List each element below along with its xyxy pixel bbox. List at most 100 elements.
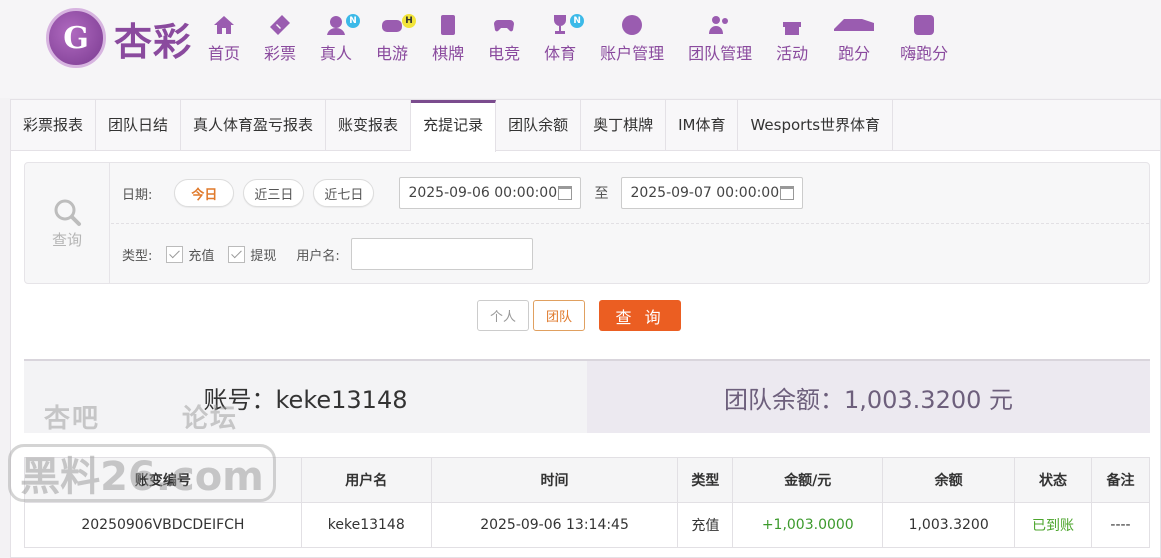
gift-icon [779,12,805,38]
range-7days-button[interactable]: 近七日 [313,179,375,207]
team-balance-summary: 团队余额：1,003.3200 元 [587,361,1150,433]
report-panel: 彩票报表 团队日结 真人体育盈亏报表 账变报表 充提记录 团队余额 奥丁棋牌 I… [10,99,1161,558]
range-3days-button[interactable]: 近三日 [243,179,305,207]
race-icon [832,12,876,38]
report-tabs: 彩票报表 团队日结 真人体育盈亏报表 账变报表 充提记录 团队余额 奥丁棋牌 I… [11,100,1160,152]
tab-odin-chess[interactable]: 奥丁棋牌 [581,100,667,151]
calendar-icon[interactable] [780,186,795,200]
nav-item-live[interactable]: N 真人 [308,12,364,72]
logo-text: 杏彩 [114,18,193,64]
tab-lottery-report[interactable]: 彩票报表 [11,100,97,151]
brand-logo[interactable]: G 杏彩 [46,8,192,68]
nav-label: 嗨跑分 [900,44,949,63]
range-today-button[interactable]: 今日 [174,179,235,207]
date-row: 日期: 今日 近三日 近七日 2025-09-06 00:00:00 至 202… [122,177,804,209]
nav-item-promotions[interactable]: 活动 [764,12,820,72]
nav-item-esports[interactable]: 电竞 [476,12,532,72]
header: G 杏彩 首页 彩票 N 真人 H 电游 棋牌 电竞 N 体育 账户管理 团队管… [0,0,1161,98]
withdraw-checkbox-label: 提现 [250,248,277,264]
to-label: 至 [594,186,609,202]
nav-item-paofen[interactable]: 跑分 [820,12,888,72]
type-row: 类型: 充值 提现 用户名: [122,237,533,271]
col-header: 余额 [882,457,1016,503]
nav-label: 活动 [776,44,809,63]
username-input[interactable] [350,238,533,270]
date-label: 日期: [122,187,153,203]
cell-status: 已到账 [1014,502,1092,548]
gamepad-icon [379,12,405,38]
live-dealer-icon [323,12,349,38]
nav-item-account[interactable]: 账户管理 [588,12,676,72]
nav-item-home[interactable]: 首页 [196,12,252,72]
end-date-value: 2025-09-07 00:00:00 [630,185,780,201]
nav-label: 团队管理 [688,44,753,63]
cell-username: keke13148 [300,502,432,548]
start-date-input[interactable]: 2025-09-06 00:00:00 [399,177,582,209]
new-badge: N [570,14,585,28]
start-date-value: 2025-09-06 00:00:00 [408,185,558,201]
nav-label: 真人 [320,44,353,63]
nav-item-slots[interactable]: H 电游 [364,12,420,72]
personal-button[interactable]: 个人 [477,300,530,331]
hi-app-icon [911,12,937,38]
nav-label: 账户管理 [600,44,665,63]
cell-transaction-id: 20250906VBDCDEIFCH [24,502,302,548]
table-header-row: 账变编号 用户名 时间 类型 金额/元 余额 状态 备注 [24,457,1150,503]
nav-label: 电竞 [488,44,521,63]
filter-divider [111,223,1149,224]
nav-label: 体育 [544,44,577,63]
nav-item-lottery[interactable]: 彩票 [252,12,308,72]
cell-balance: 1,003.3200 [882,502,1016,548]
query-side-label: 查询 [51,230,82,249]
cell-type: 充值 [677,502,734,548]
nav-item-sports[interactable]: N 体育 [532,12,588,72]
end-date-input[interactable]: 2025-09-07 00:00:00 [621,177,804,209]
main-nav: 首页 彩票 N 真人 H 电游 棋牌 电竞 N 体育 账户管理 团队管理 活动 … [196,12,960,72]
trophy-icon [547,12,573,38]
tab-team-balance[interactable]: 团队余额 [496,100,582,151]
col-header: 用户名 [300,457,432,503]
account-coin-icon [619,12,645,38]
username-label: 用户名: [296,248,340,264]
tab-deposit-withdraw[interactable]: 充提记录 [411,100,497,152]
records-table: 账变编号 用户名 时间 类型 金额/元 余额 状态 备注 20250906VBD… [24,457,1150,548]
new-badge: N [346,14,361,28]
col-header: 类型 [677,457,734,503]
calendar-icon[interactable] [558,186,573,200]
account-summary: 账号：keke13148 [24,361,587,433]
withdraw-checkbox[interactable] [228,245,246,263]
col-header: 金额/元 [732,457,884,503]
query-buttons: 个人 团队 查 询 [477,300,682,331]
summary-bar: 账号：keke13148 团队余额：1,003.3200 元 [24,359,1150,433]
tab-account-changes[interactable]: 账变报表 [326,100,412,151]
nav-item-hi-paofen[interactable]: 嗨跑分 [888,12,960,72]
esports-controller-icon [491,12,517,38]
nav-item-team[interactable]: 团队管理 [676,12,764,72]
type-label: 类型: [122,248,153,264]
nav-label: 电游 [376,44,409,63]
query-button[interactable]: 查 询 [599,300,682,331]
cards-icon [435,12,461,38]
filter-box: 查询 日期: 今日 近三日 近七日 2025-09-06 00:00:00 至 … [24,162,1150,284]
nav-label: 棋牌 [432,44,465,63]
nav-label: 彩票 [264,44,297,63]
team-icon [707,12,733,38]
tab-wesports[interactable]: Wesports世界体育 [738,100,894,151]
nav-label: 跑分 [838,44,871,63]
team-button[interactable]: 团队 [533,300,586,331]
tab-team-daily[interactable]: 团队日结 [96,100,182,151]
logo-badge: G [46,8,106,68]
cell-remark: ---- [1091,502,1150,548]
nav-label: 首页 [208,44,241,63]
tab-live-sports-pl[interactable]: 真人体育盈亏报表 [181,100,327,151]
deposit-checkbox[interactable] [166,245,184,263]
nav-item-chess[interactable]: 棋牌 [420,12,476,72]
tab-im-sports[interactable]: IM体育 [666,100,739,151]
col-header: 时间 [430,457,679,503]
col-header: 账变编号 [24,457,302,503]
search-icon [54,199,81,226]
home-icon [211,12,237,38]
deposit-checkbox-label: 充值 [188,248,215,264]
cell-time: 2025-09-06 13:14:45 [430,502,679,548]
col-header: 备注 [1091,457,1150,503]
